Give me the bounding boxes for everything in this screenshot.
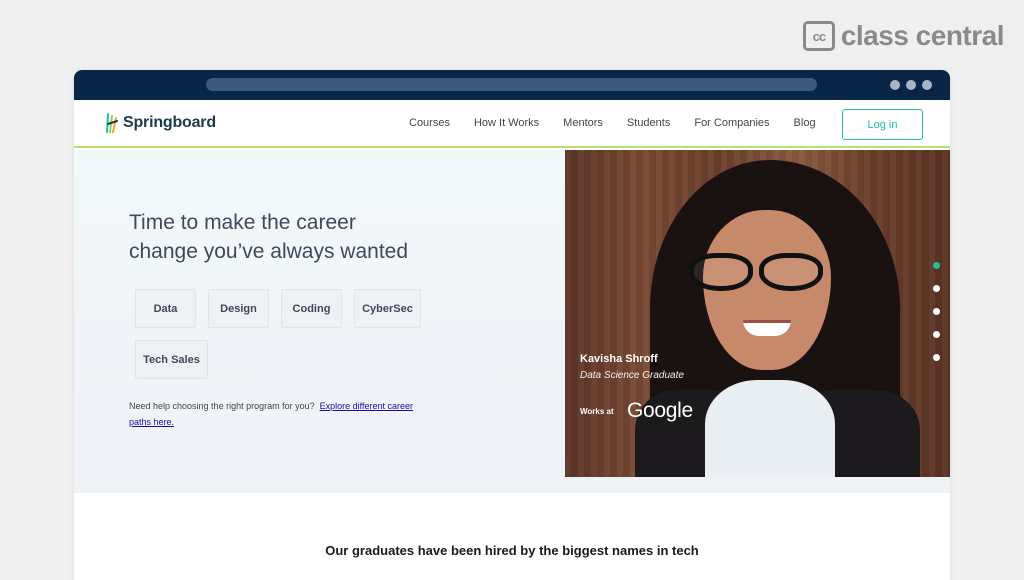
carousel-dot[interactable]: [933, 354, 940, 361]
main-nav: Courses How It Works Mentors Students Fo…: [409, 117, 816, 129]
company-logo: Google: [627, 399, 693, 422]
graduate-role: Data Science Graduate: [580, 370, 684, 381]
chip-coding[interactable]: Coding: [281, 289, 342, 328]
help-question: Need help choosing the right program for…: [129, 401, 315, 411]
browser-window: Springboard Courses How It Works Mentors…: [74, 70, 950, 580]
chip-design[interactable]: Design: [208, 289, 269, 328]
headline-line-2: change you’ve always wanted: [129, 240, 409, 263]
springboard-logo[interactable]: Springboard: [105, 112, 216, 134]
address-bar[interactable]: [206, 78, 817, 91]
nav-link-courses[interactable]: Courses: [409, 117, 450, 129]
window-dot-icon[interactable]: [906, 80, 916, 90]
nav-link-blog[interactable]: Blog: [794, 117, 816, 129]
carousel-dots: [933, 262, 940, 361]
hiring-section-title: Our graduates have been hired by the big…: [325, 543, 699, 558]
graduate-photo: Kavisha Shroff Data Science Graduate Wor…: [565, 150, 950, 477]
works-at-label: Works at: [580, 407, 614, 416]
springboard-leaf-icon: [105, 112, 119, 134]
site-header: Springboard Courses How It Works Mentors…: [74, 100, 950, 148]
window-dot-icon[interactable]: [922, 80, 932, 90]
hero-section: Time to make the career change you’ve al…: [74, 150, 950, 493]
hero-headline: Time to make the career change you’ve al…: [129, 208, 449, 266]
glasses: [689, 253, 823, 291]
graduate-name: Kavisha Shroff: [580, 353, 658, 365]
window-dot-icon[interactable]: [890, 80, 900, 90]
carousel-dot[interactable]: [933, 285, 940, 292]
chip-data[interactable]: Data: [135, 289, 196, 328]
nav-link-for-companies[interactable]: For Companies: [694, 117, 769, 129]
help-text: Need help choosing the right program for…: [129, 398, 419, 430]
carousel-dot[interactable]: [933, 331, 940, 338]
carousel-dot[interactable]: [933, 262, 940, 269]
carousel-dot[interactable]: [933, 308, 940, 315]
class-central-logo: cc class central: [802, 20, 1005, 52]
window-controls: [890, 80, 932, 90]
chip-cybersec[interactable]: CyberSec: [354, 289, 421, 328]
chip-tech-sales[interactable]: Tech Sales: [135, 340, 208, 379]
brand-name: Springboard: [123, 114, 216, 131]
nav-link-mentors[interactable]: Mentors: [563, 117, 603, 129]
nav-link-students[interactable]: Students: [627, 117, 670, 129]
class-central-mark-icon: cc: [802, 21, 835, 51]
nav-link-how-it-works[interactable]: How It Works: [474, 117, 539, 129]
browser-titlebar: [74, 70, 950, 100]
hiring-section: Our graduates have been hired by the big…: [74, 493, 950, 580]
login-button[interactable]: Log in: [842, 109, 923, 140]
class-central-wordmark: class central: [840, 20, 1005, 51]
headline-line-1: Time to make the career: [129, 211, 356, 234]
